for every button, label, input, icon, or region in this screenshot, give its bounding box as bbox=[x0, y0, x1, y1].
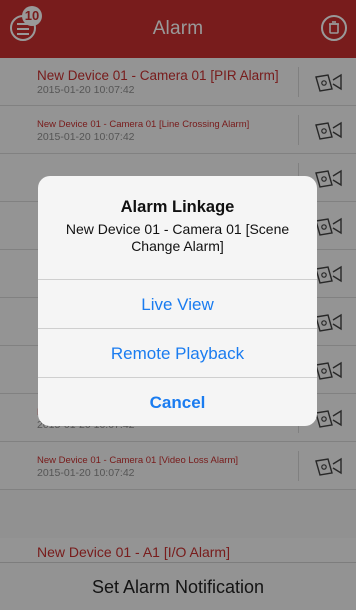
live-view-button[interactable]: Live View bbox=[38, 279, 317, 328]
remote-playback-button[interactable]: Remote Playback bbox=[38, 328, 317, 377]
dialog-title: Alarm Linkage bbox=[120, 198, 235, 216]
dialog-message: New Device 01 - Camera 01 [Scene Change … bbox=[65, 221, 290, 254]
cancel-button[interactable]: Cancel bbox=[38, 377, 317, 426]
alarm-linkage-dialog: Alarm Linkage New Device 01 - Camera 01 … bbox=[38, 176, 317, 426]
